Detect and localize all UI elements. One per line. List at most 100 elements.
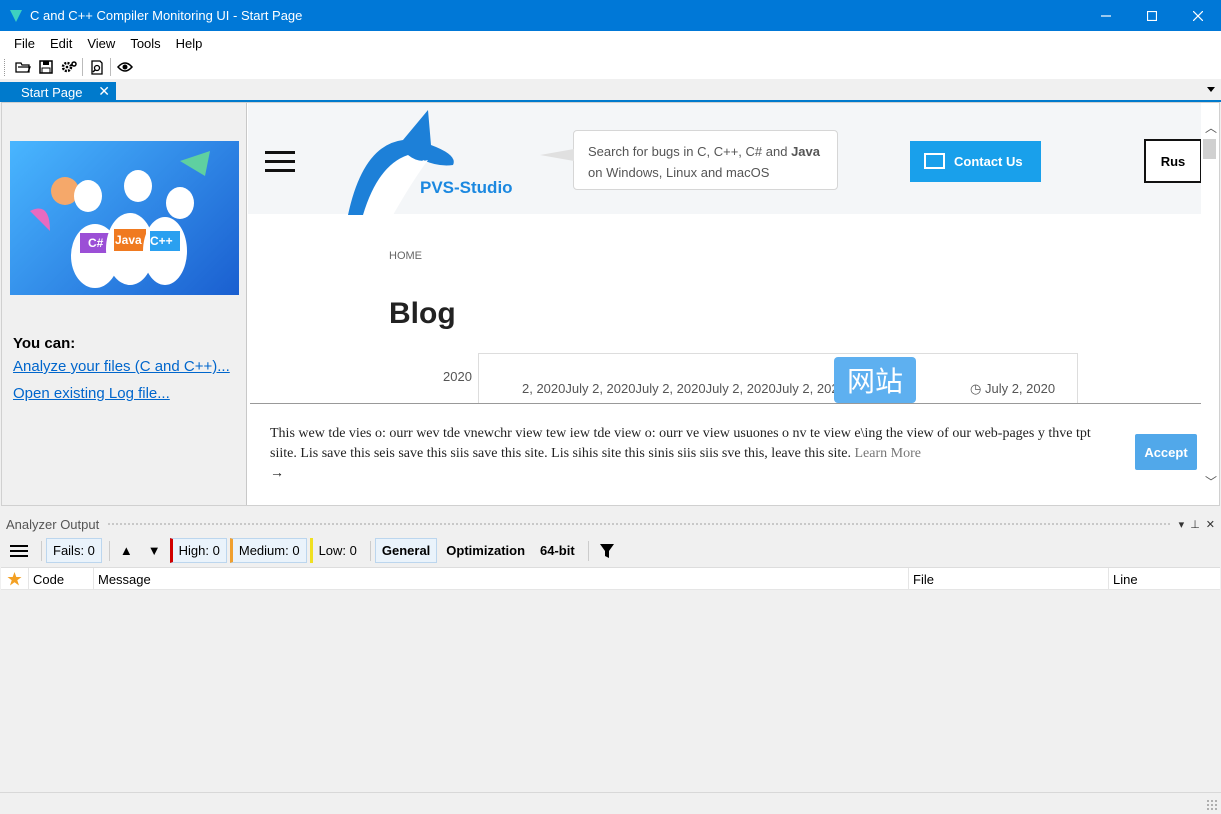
filter-button[interactable] <box>593 538 621 563</box>
scroll-up-icon[interactable]: ︿ <box>1205 119 1217 136</box>
open-button[interactable] <box>11 56 34 78</box>
watermark-badge: 网站 <box>834 357 916 403</box>
messages-table: Code Message File Line <box>1 567 1220 791</box>
menu-help[interactable]: Help <box>169 36 210 51</box>
favorite-column[interactable] <box>1 568 29 590</box>
menu-edit[interactable]: Edit <box>43 36 79 51</box>
contact-us-label: Contact Us <box>954 154 1023 169</box>
tab-label: Start Page <box>21 84 83 100</box>
fails-filter-button[interactable]: Fails: 0 <box>46 538 102 563</box>
high-filter-button[interactable]: High: 0 <box>169 538 227 563</box>
menu-file[interactable]: File <box>7 36 42 51</box>
site-header: PVS-Studio Search for bugs in C, C++, C#… <box>248 103 1201 215</box>
cookie-banner: This wew tde vies o: ourr wev tde vnewch… <box>250 403 1201 505</box>
resize-grip[interactable] <box>1206 799 1218 811</box>
low-filter-button[interactable]: Low: 0 <box>309 538 363 563</box>
arrow-right-icon: → <box>270 466 284 481</box>
pin-icon[interactable]: ⊥ <box>1190 518 1200 531</box>
general-filter-button[interactable]: General <box>374 538 438 563</box>
close-button[interactable] <box>1175 0 1221 31</box>
view-button[interactable] <box>113 56 136 78</box>
analyzer-output-header: Analyzer Output ▾ ⊥ ✕ <box>0 515 1221 533</box>
previous-message-button[interactable]: ▲ <box>114 538 139 563</box>
toolbar-separator <box>41 540 42 561</box>
column-line[interactable]: Line <box>1109 568 1220 590</box>
start-left-pane: C# Java C++ You can: Analyze your files … <box>2 103 247 505</box>
status-bar <box>0 792 1221 814</box>
settings-icon <box>61 61 77 73</box>
medium-filter-button[interactable]: Medium: 0 <box>229 538 307 563</box>
svg-text:Java: Java <box>115 233 142 247</box>
clock-icon: ◷ <box>970 381 985 396</box>
menu-icon-button[interactable] <box>4 538 34 563</box>
column-code[interactable]: Code <box>29 568 94 590</box>
app-icon <box>10 9 22 22</box>
open-folder-icon <box>14 62 31 73</box>
post-dates: 2, 2020July 2, 2020July 2, 2020July 2, 2… <box>522 381 884 396</box>
toolbar-separator <box>587 540 589 561</box>
save-icon <box>38 60 53 74</box>
panel-close-icon[interactable]: ✕ <box>1206 518 1215 531</box>
tagline-text: Search for bugs in C, C++, C# and <box>588 144 788 159</box>
analyzer-toolbar: Fails: 0 ▲ ▼ High: 0 Medium: 0 Low: 0 Ge… <box>0 536 1221 565</box>
learn-more-link[interactable]: Learn More <box>855 446 921 461</box>
panel-grip[interactable] <box>107 521 1171 527</box>
cookie-message: This wew tde vies o: ourr wev tde vnewch… <box>270 426 1091 461</box>
you-can-label: You can: <box>13 335 76 352</box>
funnel-icon <box>599 543 614 558</box>
find-icon <box>90 59 103 75</box>
tagline-bubble: Search for bugs in C, C++, C# and Java o… <box>540 130 838 190</box>
tab-start-page[interactable]: Start Page ✕ <box>0 82 116 102</box>
toolbar-separator <box>108 540 110 561</box>
optimization-filter-button[interactable]: Optimization <box>440 538 531 563</box>
contact-us-button[interactable]: Contact Us <box>910 141 1041 182</box>
analyze-files-link[interactable]: Analyze your files (C and C++)... <box>13 358 230 375</box>
scroll-down-icon[interactable]: ﹀ <box>1205 473 1217 490</box>
tagline-text-2: on Windows, Linux and macOS <box>588 165 770 180</box>
document-tab-strip: Start Page ✕ <box>0 80 1221 102</box>
next-message-button[interactable]: ▼ <box>142 538 167 563</box>
tagline-bold: Java <box>791 144 820 159</box>
minimize-button[interactable] <box>1083 0 1129 31</box>
tab-close-icon[interactable]: ✕ <box>98 83 110 100</box>
tab-list-dropdown-icon[interactable] <box>1207 87 1215 92</box>
svg-text:C++: C++ <box>150 234 173 248</box>
star-icon <box>7 572 22 586</box>
menu-view[interactable]: View <box>80 36 122 51</box>
panel-dropdown-icon[interactable]: ▾ <box>1179 518 1185 531</box>
post-date-text: July 2, 2020 <box>984 381 1056 396</box>
eye-icon <box>116 62 133 72</box>
64bit-filter-button[interactable]: 64-bit <box>534 538 581 563</box>
maximize-button[interactable] <box>1129 0 1175 31</box>
breadcrumb[interactable]: HOME <box>389 250 422 262</box>
toolbar-grip[interactable] <box>4 58 7 76</box>
web-view: PVS-Studio Search for bugs in C, C++, C#… <box>248 103 1201 505</box>
hamburger-menu-icon[interactable] <box>265 151 295 178</box>
minimize-icon <box>1101 14 1111 17</box>
accept-button[interactable]: Accept <box>1135 434 1197 470</box>
year-fragment: 2020 <box>443 369 472 384</box>
save-button[interactable] <box>34 56 57 78</box>
language-button[interactable]: Rus <box>1144 139 1201 183</box>
toolbar-separator <box>82 58 83 76</box>
settings-button[interactable] <box>57 56 80 78</box>
column-file[interactable]: File <box>909 568 1109 590</box>
pvs-studio-logo-text: PVS-Studio <box>420 178 513 197</box>
menu-tools[interactable]: Tools <box>123 36 167 51</box>
unicorn-logo-icon[interactable] <box>343 105 463 215</box>
open-log-link[interactable]: Open existing Log file... <box>13 385 170 402</box>
vertical-scrollbar[interactable]: ︿ ﹀ <box>1201 103 1219 505</box>
scroll-thumb[interactable] <box>1203 139 1216 159</box>
maximize-icon <box>1147 10 1157 21</box>
window-title: C and C++ Compiler Monitoring UI - Start… <box>30 8 303 23</box>
table-header: Code Message File Line <box>1 568 1220 590</box>
find-button[interactable] <box>85 56 108 78</box>
unicorn-banner-image: C# Java C++ <box>10 141 239 295</box>
arrow-down-icon: ▼ <box>147 543 161 558</box>
unicorns-illustration: C# Java C++ <box>30 151 210 288</box>
column-message[interactable]: Message <box>94 568 909 590</box>
mail-icon <box>924 153 945 169</box>
page-title: Blog <box>389 297 456 330</box>
svg-text:C#: C# <box>88 236 104 250</box>
arrow-up-icon: ▲ <box>119 543 133 558</box>
